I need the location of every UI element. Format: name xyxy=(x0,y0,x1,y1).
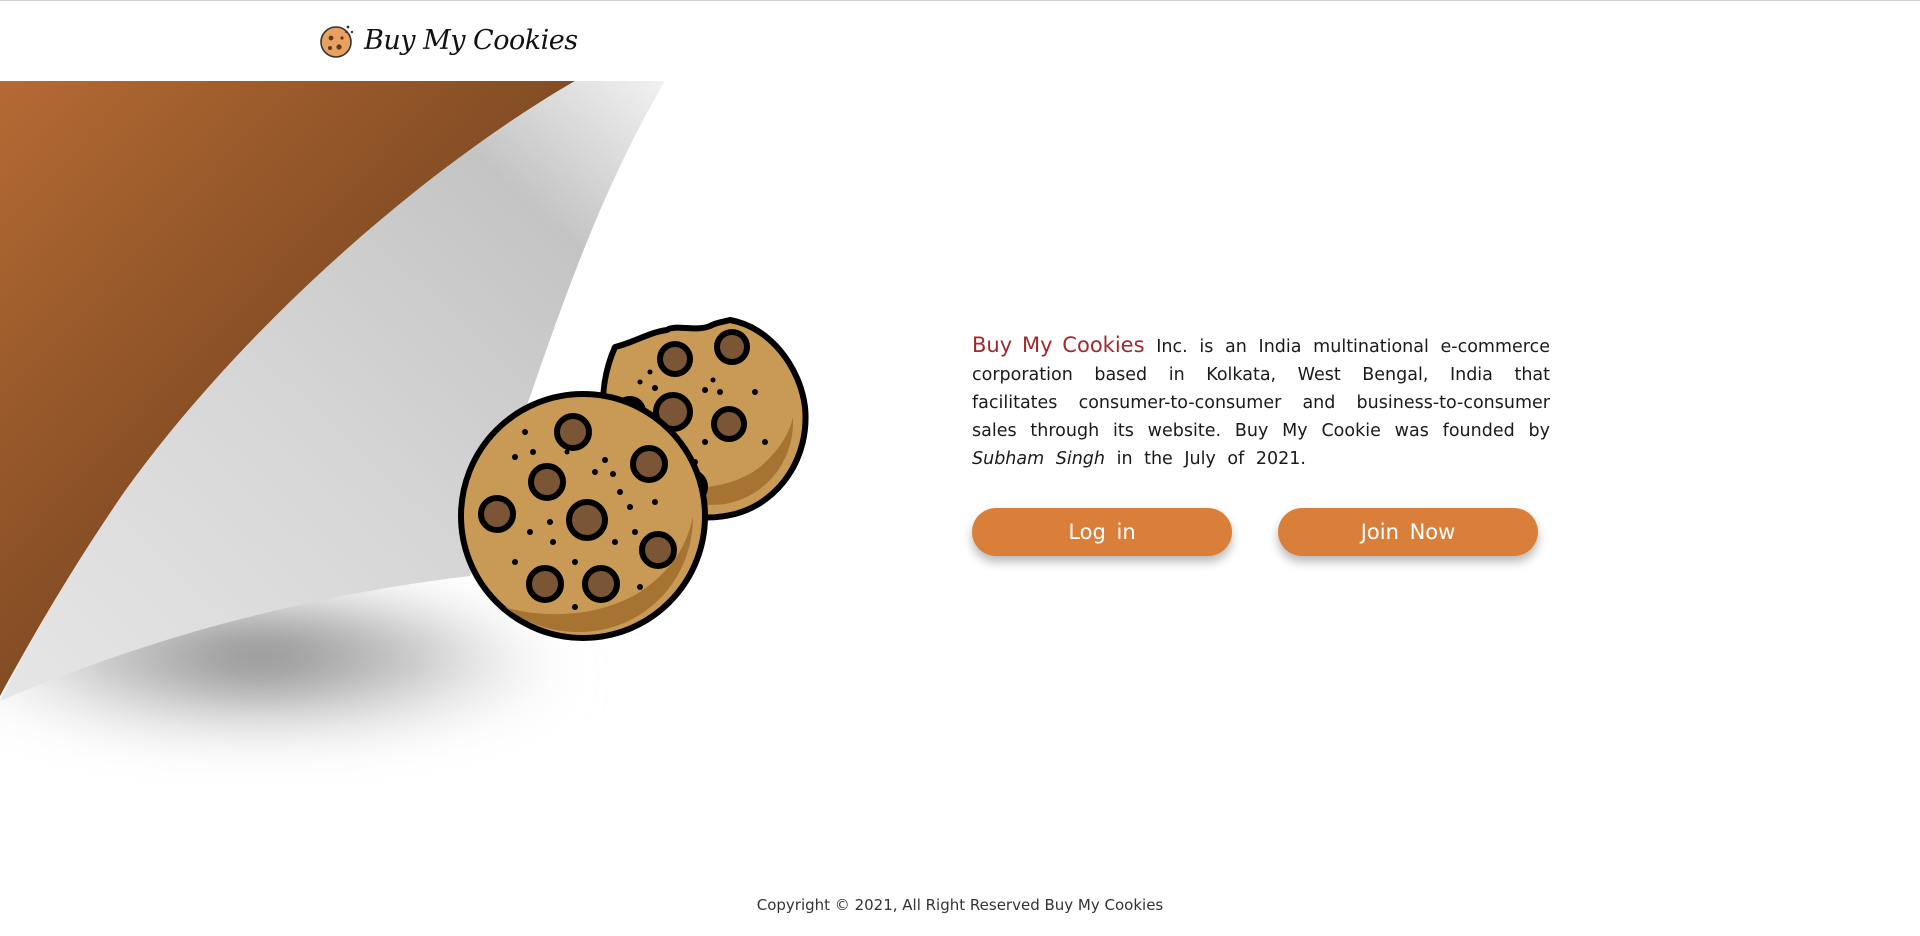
navbar: Buy My Cookies xyxy=(0,1,1920,81)
brand-name: Buy My Cookies xyxy=(364,24,578,56)
about-text-end: in the July of 2021. xyxy=(1116,448,1306,469)
login-button[interactable]: Log in xyxy=(972,508,1232,556)
about-paragraph: Buy My Cookies Inc. is an India multinat… xyxy=(972,331,1550,473)
about-brand-name: Buy My Cookies xyxy=(972,332,1145,357)
cookies-illustration xyxy=(458,317,809,641)
founder-name: Subham Singh xyxy=(972,448,1105,469)
page: Buy My Cookies Buy My Cookies Inc. is an… xyxy=(0,0,1920,936)
page-curl-background xyxy=(0,81,780,766)
join-now-button[interactable]: Join Now xyxy=(1278,508,1538,556)
footer-copyright: Copyright © 2021, All Right Reserved Buy… xyxy=(756,896,1164,914)
brand-logo-link[interactable]: Buy My Cookies xyxy=(318,21,578,59)
whole-cookie-icon xyxy=(458,391,708,641)
cookie-icon xyxy=(318,21,356,59)
